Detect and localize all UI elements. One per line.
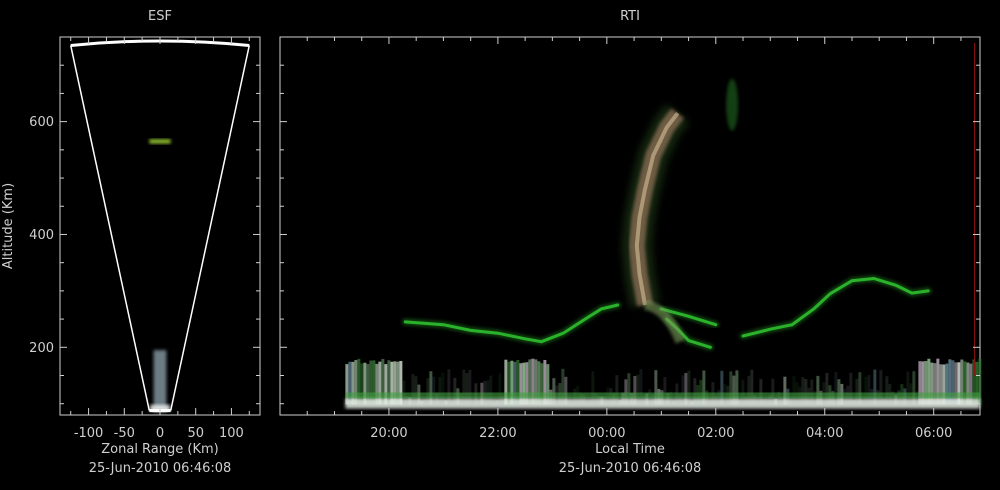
esf-rti-figure: -100 -50 0 50 100 200 400 600 ESF Zonal Range (… xyxy=(1,9,982,476)
esf-ytick-label: 400 xyxy=(29,228,54,243)
rti-bottom-echo-green xyxy=(345,392,981,399)
esf-panel: -100 -50 0 50 100 200 400 600 ESF Zonal Range (… xyxy=(1,9,261,476)
esf-xtick-label: -50 xyxy=(114,426,135,441)
esf-echo-feature xyxy=(153,350,167,413)
rti-bottom-echo xyxy=(345,398,981,409)
esf-xtick-label: -100 xyxy=(74,426,104,441)
esf-echo-feature xyxy=(149,139,171,144)
esf-xtick-label: 0 xyxy=(156,426,164,441)
rti-faint-patch xyxy=(726,78,739,131)
rti-xtick-label: 20:00 xyxy=(370,426,407,441)
esf-xtick-label: 50 xyxy=(187,426,204,441)
esf-title: ESF xyxy=(148,9,172,24)
rti-xtick-label: 04:00 xyxy=(806,426,843,441)
rti-xlabel: Local Time xyxy=(595,442,665,457)
rti-xtick-label: 00:00 xyxy=(588,426,625,441)
rti-title: RTI xyxy=(620,9,640,24)
rti-xtick-label: 02:00 xyxy=(697,426,734,441)
rti-xtick-label: 22:00 xyxy=(479,426,516,441)
esf-ytick-label: 600 xyxy=(29,115,54,130)
esf-ylabel: Altitude (Km) xyxy=(1,183,16,269)
esf-ytick-label: 200 xyxy=(29,341,54,356)
esf-timestamp: 25-Jun-2010 06:46:08 xyxy=(89,461,232,476)
esf-xtick-label: 100 xyxy=(219,426,244,441)
rti-panel: 20:00 22:00 00:00 02:00 04:00 06:00 RTI Local… xyxy=(279,9,982,476)
rti-xtick-label: 06:00 xyxy=(915,426,952,441)
rti-timestamp: 25-Jun-2010 06:46:08 xyxy=(559,461,702,476)
esf-xlabel: Zonal Range (Km) xyxy=(101,442,218,457)
